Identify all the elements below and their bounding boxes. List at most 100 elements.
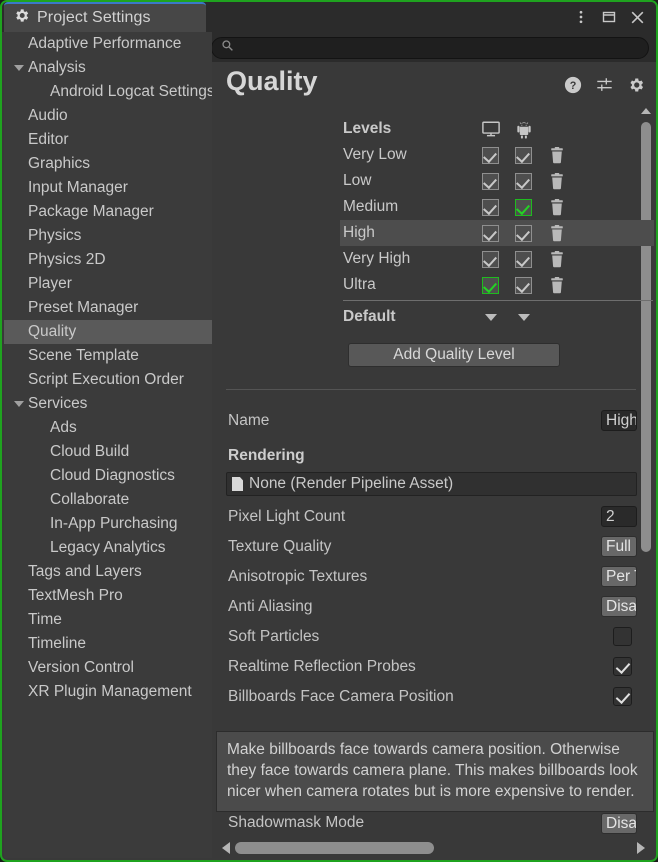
- sidebar-item-player[interactable]: Player: [4, 272, 212, 296]
- kebab-menu-icon[interactable]: [568, 4, 594, 30]
- tab-project-settings[interactable]: Project Settings: [4, 2, 206, 32]
- horizontal-scrollbar[interactable]: [216, 838, 652, 858]
- sidebar-item-services[interactable]: Services: [4, 392, 212, 416]
- desktop-checkbox[interactable]: [482, 277, 499, 294]
- trash-icon[interactable]: [549, 277, 565, 294]
- sidebar-item-textmesh-pro[interactable]: TextMesh Pro: [4, 584, 212, 608]
- quality-level-row[interactable]: High: [340, 220, 654, 246]
- desktop-checkbox[interactable]: [482, 199, 499, 216]
- soft-particles-checkbox[interactable]: [613, 627, 632, 646]
- sidebar-item-xr-plugin-management[interactable]: XR Plugin Management: [4, 680, 212, 704]
- quality-level-row[interactable]: Very Low: [340, 142, 654, 168]
- sidebar-item-physics[interactable]: Physics: [4, 224, 212, 248]
- quality-level-row[interactable]: Very High: [340, 246, 654, 272]
- desktop-checkbox[interactable]: [482, 251, 499, 268]
- sidebar-item-package-manager[interactable]: Package Manager: [4, 200, 212, 224]
- texture-quality-dropdown[interactable]: Full Res: [601, 536, 637, 557]
- trash-icon[interactable]: [549, 147, 565, 164]
- quality-level-row[interactable]: Ultra: [340, 272, 654, 298]
- quality-settings-panel: Quality ?: [212, 62, 654, 858]
- sidebar-item-audio[interactable]: Audio: [4, 104, 212, 128]
- search-box[interactable]: [211, 37, 649, 59]
- desktop-checkbox[interactable]: [482, 173, 499, 190]
- sidebar-item-cloud-build[interactable]: Cloud Build: [4, 440, 212, 464]
- billboards-face-camera-position-checkbox[interactable]: [613, 687, 632, 706]
- default-android-dropdown[interactable]: [507, 314, 540, 321]
- sidebar-item-quality[interactable]: Quality: [4, 320, 212, 344]
- sidebar-item-physics-2d[interactable]: Physics 2D: [4, 248, 212, 272]
- close-icon[interactable]: [624, 4, 650, 30]
- trash-icon[interactable]: [549, 225, 565, 242]
- sidebar-item-android-logcat-settings[interactable]: Android Logcat Settings: [4, 80, 212, 104]
- chevron-down-icon[interactable]: [14, 65, 24, 71]
- trash-icon[interactable]: [549, 251, 565, 268]
- shadowmask-mode-label: Shadowmask Mode: [212, 814, 364, 832]
- sidebar-item-adaptive-performance[interactable]: Adaptive Performance: [4, 32, 212, 56]
- tooltip-content: Make billboards face towards camera posi…: [216, 731, 654, 812]
- shadowmask-mode-dropdown[interactable]: Disabled: [601, 813, 637, 834]
- sidebar-item-collaborate[interactable]: Collaborate: [4, 488, 212, 512]
- anti-aliasing-dropdown[interactable]: Disabled: [601, 596, 637, 617]
- sidebar-item-preset-manager[interactable]: Preset Manager: [4, 296, 212, 320]
- scroll-up-arrow-icon[interactable]: [641, 108, 651, 114]
- search-bar-row: [206, 32, 656, 62]
- sidebar-item-version-control[interactable]: Version Control: [4, 656, 212, 680]
- search-icon: [221, 39, 234, 57]
- trash-icon[interactable]: [549, 173, 565, 190]
- android-checkbox[interactable]: [515, 199, 532, 216]
- sidebar-item-editor[interactable]: Editor: [4, 128, 212, 152]
- sidebar-item-label: TextMesh Pro: [28, 587, 123, 605]
- sidebar-item-script-execution-order[interactable]: Script Execution Order: [4, 368, 212, 392]
- android-checkbox[interactable]: [515, 147, 532, 164]
- sidebar-item-legacy-analytics[interactable]: Legacy Analytics: [4, 536, 212, 560]
- settings-sidebar[interactable]: Adaptive Performance Analysis Android Logc…: [4, 32, 212, 858]
- trash-icon[interactable]: [549, 199, 565, 216]
- sidebar-item-time[interactable]: Time: [4, 608, 212, 632]
- android-checkbox[interactable]: [515, 225, 532, 242]
- android-checkbox[interactable]: [515, 277, 532, 294]
- gear-icon[interactable]: [627, 76, 645, 99]
- android-checkbox-cell: [507, 173, 540, 190]
- anisotropic-textures-dropdown[interactable]: Per Texture: [601, 566, 637, 587]
- sidebar-item-ads[interactable]: Ads: [4, 416, 212, 440]
- sidebar-item-label: In-App Purchasing: [28, 515, 178, 533]
- sidebar-item-scene-template[interactable]: Scene Template: [4, 344, 212, 368]
- default-desktop-dropdown[interactable]: [474, 314, 507, 321]
- android-checkbox[interactable]: [515, 173, 532, 190]
- help-icon[interactable]: ?: [564, 76, 582, 99]
- render-pipeline-asset-label: None (Render Pipeline Asset): [249, 475, 453, 493]
- quality-level-row[interactable]: Low: [340, 168, 654, 194]
- sidebar-item-cloud-diagnostics[interactable]: Cloud Diagnostics: [4, 464, 212, 488]
- panel-header-icons: ?: [564, 76, 645, 99]
- desktop-checkbox-cell: [474, 199, 507, 216]
- name-input[interactable]: High: [601, 410, 637, 431]
- sidebar-item-analysis[interactable]: Analysis: [4, 56, 212, 80]
- chevron-down-icon[interactable]: [14, 401, 24, 407]
- scroll-right-arrow-icon[interactable]: [637, 842, 645, 854]
- horizontal-scrollbar-thumb[interactable]: [235, 842, 434, 854]
- sidebar-item-tags-and-layers[interactable]: Tags and Layers: [4, 560, 212, 584]
- desktop-checkbox[interactable]: [482, 147, 499, 164]
- sidebar-item-graphics[interactable]: Graphics: [4, 152, 212, 176]
- preset-icon[interactable]: [595, 76, 614, 99]
- section-divider: [226, 389, 636, 390]
- maximize-icon[interactable]: [596, 4, 622, 30]
- realtime-reflection-probes-checkbox[interactable]: [613, 657, 632, 676]
- delete-level-cell: [540, 251, 573, 268]
- android-checkbox[interactable]: [515, 251, 532, 268]
- sidebar-item-label: Adaptive Performance: [28, 35, 181, 53]
- quality-level-row[interactable]: Medium: [340, 194, 654, 220]
- sidebar-item-input-manager[interactable]: Input Manager: [4, 176, 212, 200]
- search-input[interactable]: [239, 41, 623, 56]
- quality-level-name: Very Low: [340, 146, 474, 164]
- render-pipeline-asset-field[interactable]: None (Render Pipeline Asset): [226, 472, 637, 496]
- desktop-checkbox[interactable]: [482, 225, 499, 242]
- property-row: Soft Particles: [212, 622, 654, 652]
- pixel-light-count-input[interactable]: 2: [601, 506, 637, 527]
- property-label: Anti Aliasing: [212, 598, 312, 616]
- sidebar-item-label: Analysis: [28, 59, 86, 77]
- sidebar-item-in-app-purchasing[interactable]: In-App Purchasing: [4, 512, 212, 536]
- add-quality-level-button[interactable]: Add Quality Level: [348, 343, 560, 367]
- scroll-left-arrow-icon[interactable]: [222, 842, 230, 854]
- sidebar-item-timeline[interactable]: Timeline: [4, 632, 212, 656]
